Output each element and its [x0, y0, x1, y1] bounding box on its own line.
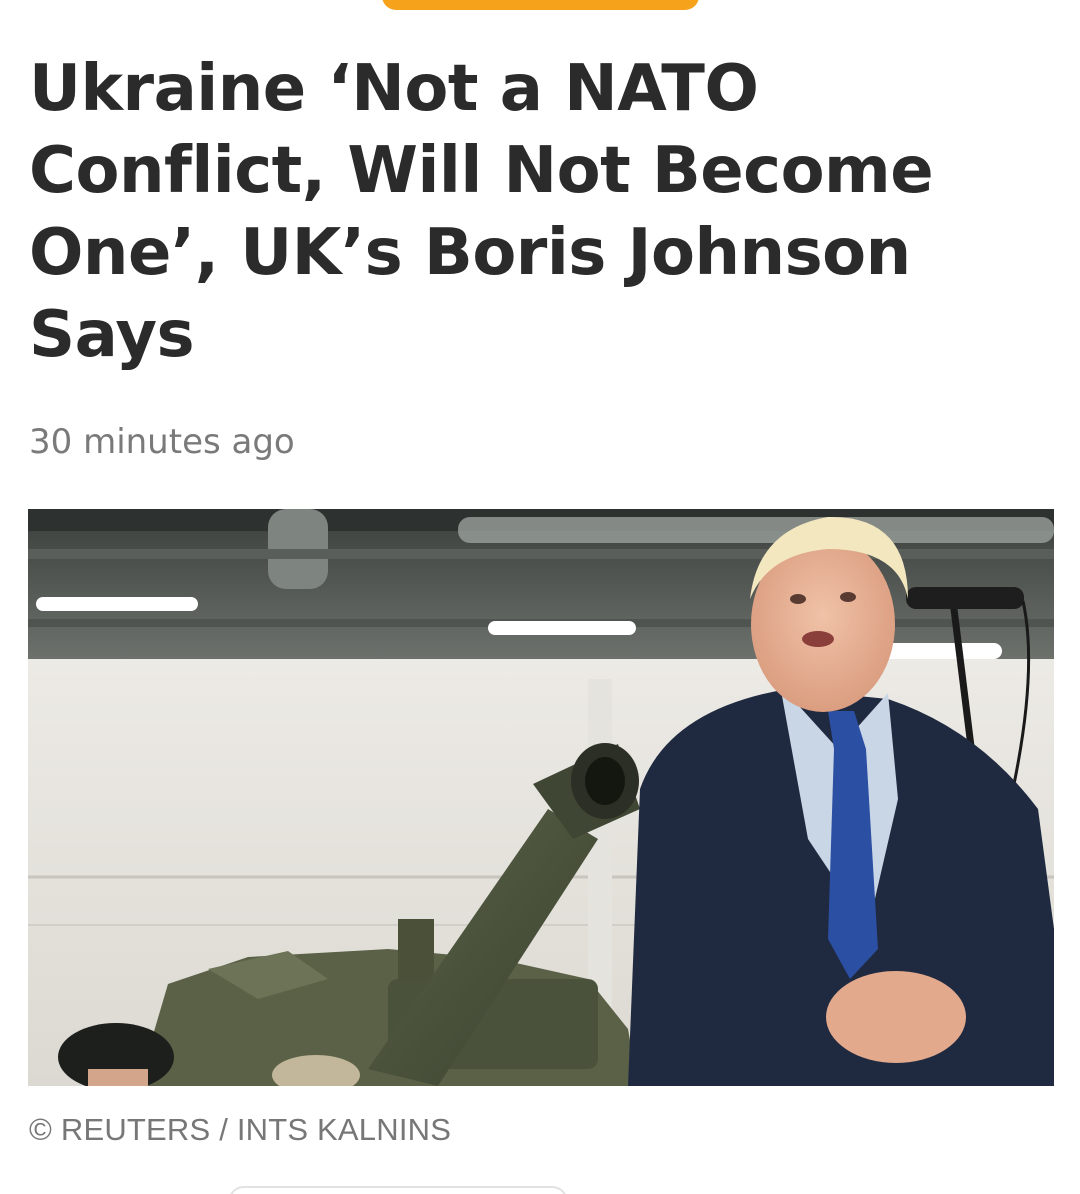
next-card-peek[interactable] [228, 1186, 568, 1194]
photo-credit: © REUTERS / INTS KALNINS [29, 1112, 452, 1147]
article-timestamp: 30 minutes ago [29, 422, 295, 462]
article-headline: Ukraine ‘Not a NATO Conflict, Will Not B… [29, 52, 934, 372]
category-tab[interactable] [382, 0, 699, 10]
article-photo[interactable] [28, 509, 1054, 1086]
article-photo-image [28, 509, 1054, 1086]
